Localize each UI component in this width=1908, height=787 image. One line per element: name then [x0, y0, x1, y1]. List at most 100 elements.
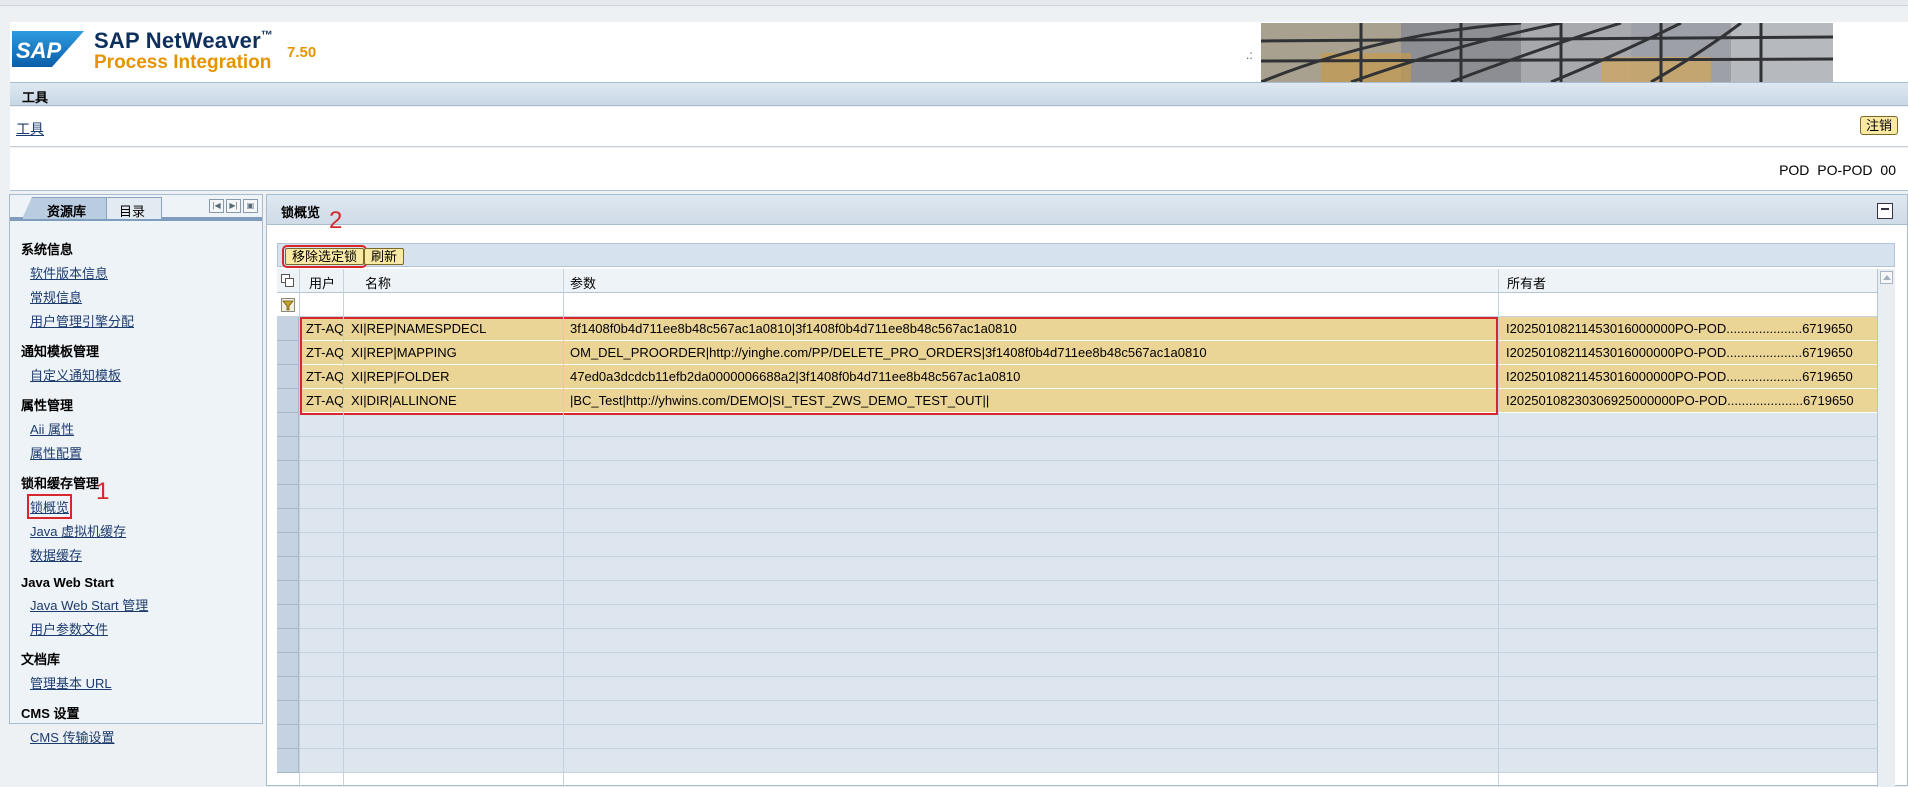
- column-header-user[interactable]: 用户: [309, 273, 335, 292]
- grid-line: [343, 269, 344, 787]
- vertical-scrollbar[interactable]: [1877, 269, 1895, 787]
- cell-name: XI|REP|NAMESPDECL: [351, 321, 487, 336]
- row-selector[interactable]: [277, 677, 299, 701]
- row-selector[interactable]: [277, 701, 299, 725]
- row-selector[interactable]: [277, 389, 299, 413]
- cell-param: |BC_Test|http://yhwins.com/DEMO|SI_TEST_…: [570, 393, 990, 408]
- cell-owner: I20250108211453016000000PO-POD..........…: [1506, 321, 1853, 336]
- nav-tree: 系统信息 软件版本信息 常规信息 用户管理引擎分配 通知模板管理 自定义通知模板…: [10, 239, 262, 757]
- filter-row[interactable]: [277, 293, 1877, 317]
- grid-line: [299, 269, 300, 787]
- app-header: SAP SAP NetWeaver™ Process Integration 7…: [10, 22, 1908, 82]
- brand-title: SAP NetWeaver™: [94, 28, 274, 53]
- svg-text:SAP: SAP: [16, 38, 62, 63]
- navigation-panel: 资源库 目录 |◀ ▶| ▣ 系统信息 软件版本信息 常规信息 用户管理引擎分配…: [9, 194, 263, 745]
- nav-item-lock-overview[interactable]: 锁概览: [26, 494, 73, 519]
- first-tab-icon[interactable]: |◀: [209, 199, 224, 213]
- select-all-icon[interactable]: [281, 274, 294, 287]
- top-strip: [0, 0, 1908, 6]
- row-selector[interactable]: [277, 725, 299, 749]
- user-info: POD PO-POD 00: [1779, 162, 1896, 178]
- row-selector[interactable]: [277, 749, 299, 773]
- nav-item-data-cache[interactable]: 数据缓存: [30, 545, 82, 564]
- row-selector[interactable]: [277, 557, 299, 581]
- collapse-panel-icon[interactable]: [1877, 203, 1893, 219]
- action-bar: 移除选定锁 刷新: [277, 243, 1895, 268]
- nav-item-java-vm-cache[interactable]: Java 虚拟机缓存: [30, 521, 126, 540]
- table-row[interactable]: ZT-AQ XI|REP|MAPPING OM_DEL_PROORDER|http:…: [299, 341, 1877, 365]
- last-tab-icon[interactable]: ▶|: [226, 199, 241, 213]
- filter-icon[interactable]: [281, 298, 295, 312]
- nav-item-aii-property[interactable]: Aii 属性: [30, 419, 74, 438]
- table-row[interactable]: ZT-AQ XI|DIR|ALLINONE |BC_Test|http://yhwi…: [299, 389, 1877, 413]
- tab-list-icon[interactable]: ▣: [243, 199, 258, 213]
- remove-selected-locks-button[interactable]: 移除选定锁: [281, 245, 368, 268]
- row-selector[interactable]: [277, 437, 299, 461]
- cell-name: XI|REP|FOLDER: [351, 369, 450, 384]
- nav-item-user-mgmt[interactable]: 用户管理引擎分配: [30, 311, 134, 330]
- row-selector[interactable]: [277, 317, 299, 341]
- empty-row: [299, 581, 1877, 605]
- row-selector[interactable]: [277, 581, 299, 605]
- nav-section-notify-template: 通知模板管理: [21, 344, 100, 359]
- row-selector[interactable]: [277, 485, 299, 509]
- cell-name: XI|REP|MAPPING: [351, 345, 457, 360]
- lock-table: 用户 名称 参数 所有者 ZT-AQ XI|REP|NAMESPDECL 3f140…: [277, 269, 1895, 787]
- user-info-row: POD PO-POD 00: [10, 148, 1908, 191]
- tab-navigation: |◀ ▶| ▣: [209, 199, 258, 213]
- brand-subtitle: Process Integration: [94, 52, 272, 73]
- nav-item-cms-transport[interactable]: CMS 传输设置: [30, 727, 115, 746]
- nav-item-java-web-start-mgmt[interactable]: Java Web Start 管理: [30, 595, 148, 614]
- row-selector[interactable]: [277, 461, 299, 485]
- nav-section-lock-cache: 锁和缓存管理: [21, 476, 100, 491]
- row-selector[interactable]: [277, 341, 299, 365]
- table-header-row: 用户 名称 参数 所有者: [277, 269, 1877, 293]
- header-glass-roof-image: [1261, 23, 1833, 82]
- row-selector[interactable]: [277, 629, 299, 653]
- column-header-name[interactable]: 名称: [365, 273, 391, 292]
- nav-section-property-mgmt: 属性管理: [21, 398, 74, 413]
- cell-name: XI|DIR|ALLINONE: [351, 393, 457, 408]
- annotation-marker-1: 1: [96, 478, 110, 505]
- row-selector[interactable]: [277, 605, 299, 629]
- empty-row: [299, 653, 1877, 677]
- sap-logo: SAP: [12, 31, 84, 67]
- header-dots: .:: [1246, 48, 1253, 62]
- refresh-button[interactable]: 刷新: [364, 248, 405, 265]
- table-row[interactable]: ZT-AQ XI|REP|FOLDER 47ed0a3dcdcb11efb2da00…: [299, 365, 1877, 389]
- cell-owner: I20250108230306925000000PO-POD..........…: [1506, 393, 1854, 408]
- row-selector[interactable]: [277, 653, 299, 677]
- nav-item-property-config[interactable]: 属性配置: [30, 443, 82, 462]
- tab-repository[interactable]: 资源库: [22, 197, 108, 219]
- nav-section-doc-repo: 文档库: [21, 652, 61, 667]
- tools-link[interactable]: 工具: [16, 119, 44, 139]
- row-selector[interactable]: [277, 509, 299, 533]
- empty-row: [299, 605, 1877, 629]
- empty-row: [299, 557, 1877, 581]
- logout-button[interactable]: 注销: [1859, 116, 1898, 135]
- row-selector[interactable]: [277, 413, 299, 437]
- empty-row: [299, 437, 1877, 461]
- empty-row: [299, 677, 1877, 701]
- empty-row: [299, 485, 1877, 509]
- nav-item-custom-notify-template[interactable]: 自定义通知模板: [30, 365, 121, 384]
- row-selector[interactable]: [277, 533, 299, 557]
- nav-item-software-version[interactable]: 软件版本信息: [30, 263, 108, 282]
- cell-param: 3f1408f0b4d711ee8b48c567ac1a0810|3f1408f…: [570, 321, 1017, 336]
- scroll-up-icon[interactable]: [1880, 271, 1893, 284]
- row-selector[interactable]: [277, 365, 299, 389]
- column-header-param[interactable]: 参数: [570, 273, 596, 292]
- tools-title-bar: 工具: [10, 82, 1908, 106]
- nav-item-manage-base-url[interactable]: 管理基本 URL: [30, 673, 112, 692]
- nav-section-cms-settings: CMS 设置: [21, 706, 80, 721]
- table-row[interactable]: ZT-AQ XI|REP|NAMESPDECL 3f1408f0b4d711ee8b…: [299, 317, 1877, 341]
- column-header-owner[interactable]: 所有者: [1507, 273, 1546, 292]
- panel-title: 锁概览: [267, 195, 1907, 225]
- tab-directory[interactable]: 目录: [106, 197, 162, 219]
- empty-row: [299, 725, 1877, 749]
- empty-row: [299, 533, 1877, 557]
- empty-row: [299, 749, 1877, 773]
- cell-param: 47ed0a3dcdcb11efb2da0000006688a2|3f1408f…: [570, 369, 1021, 384]
- nav-item-general-info[interactable]: 常规信息: [30, 287, 82, 306]
- nav-item-user-param-file[interactable]: 用户参数文件: [30, 619, 108, 638]
